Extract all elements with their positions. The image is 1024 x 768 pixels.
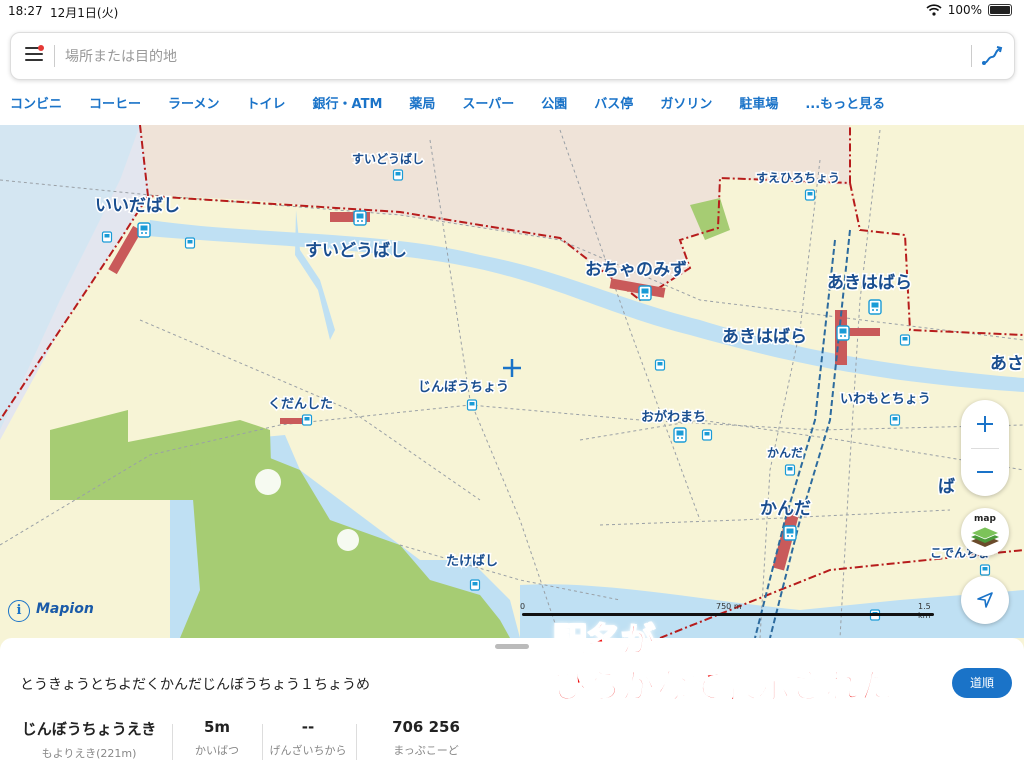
category-more[interactable]: ...もっと見る bbox=[805, 93, 885, 112]
directions-button[interactable]: 道順 bbox=[952, 668, 1012, 698]
plus-icon bbox=[977, 416, 993, 432]
divider bbox=[54, 45, 55, 67]
scale-bar bbox=[522, 613, 934, 616]
address-text: とうきょうとちよだくかんだじんぼうちょう１ちょうめ bbox=[20, 677, 370, 693]
map-canvas: いいだばし すいどうばし すいどうばし おちゃのみず すえひろちょう あきはばら… bbox=[0, 125, 1024, 638]
station-label: あさ bbox=[990, 354, 1024, 374]
station-label: いいだばし bbox=[95, 196, 180, 216]
current-location-button[interactable] bbox=[961, 576, 1009, 624]
brand-logo: Mapion bbox=[36, 601, 94, 617]
top-panel: コンビニ コーヒー ラーメン トイレ 銀行・ATM 薬局 スーパー 公園 バス停… bbox=[0, 22, 1024, 125]
station-label: くだんした bbox=[268, 397, 333, 412]
annotation-line-1: 駅名が bbox=[552, 620, 656, 662]
route-icon[interactable] bbox=[980, 44, 1004, 68]
distance-label: げんざいちから bbox=[269, 744, 347, 757]
nearest-station-label: もよりえき(221m) bbox=[41, 747, 137, 760]
divider bbox=[971, 45, 972, 67]
divider bbox=[971, 448, 999, 449]
annotation-line-2: ひらがなで表示された bbox=[552, 666, 894, 708]
battery-percent: 100% bbox=[947, 3, 982, 17]
map-scale: 0 750 m 1.5 km bbox=[518, 601, 938, 620]
notification-dot bbox=[38, 45, 44, 51]
category-ramen[interactable]: ラーメン bbox=[168, 93, 219, 112]
category-coffee[interactable]: コーヒー bbox=[89, 93, 141, 112]
minus-icon bbox=[977, 471, 993, 473]
station-label: おがわまち bbox=[641, 409, 706, 425]
station-label: かんだ bbox=[767, 446, 803, 460]
zoom-out-button[interactable] bbox=[961, 448, 1009, 496]
divider bbox=[262, 724, 263, 760]
search-bar bbox=[10, 32, 1015, 80]
category-parking[interactable]: 駐車場 bbox=[739, 93, 778, 112]
category-convenience-store[interactable]: コンビニ bbox=[10, 93, 62, 112]
mapcode-value: 706 256 bbox=[392, 718, 460, 736]
station-label: おちゃのみず bbox=[585, 260, 687, 280]
station-label: たけばし bbox=[446, 554, 498, 569]
map-layer-label: map bbox=[974, 514, 996, 524]
search-input[interactable] bbox=[63, 41, 947, 73]
battery-icon bbox=[988, 4, 1012, 16]
status-bar: 18:27 12月1日(火) 100% bbox=[0, 0, 1024, 22]
drag-handle[interactable] bbox=[495, 644, 529, 649]
category-gas-station[interactable]: ガソリン bbox=[660, 93, 712, 112]
category-pharmacy[interactable]: 薬局 bbox=[409, 93, 435, 112]
station-label: すいどうばし bbox=[352, 151, 424, 166]
station-label: あきはばら bbox=[722, 327, 807, 347]
station-label: ば bbox=[938, 477, 955, 497]
category-bar: コンビニ コーヒー ラーメン トイレ 銀行・ATM 薬局 スーパー 公園 バス停… bbox=[10, 93, 912, 112]
scale-zero: 0 bbox=[520, 602, 526, 611]
wifi-icon bbox=[926, 4, 942, 16]
info-icon[interactable]: i bbox=[8, 600, 30, 622]
location-arrow-icon bbox=[977, 592, 993, 608]
elevation-value: 5m bbox=[203, 718, 231, 736]
mapcode-label: まっぷこーど bbox=[393, 744, 459, 757]
distance-value: -- bbox=[301, 718, 315, 736]
category-supermarket[interactable]: スーパー bbox=[462, 93, 514, 112]
map-view[interactable]: いいだばし すいどうばし すいどうばし おちゃのみず すえひろちょう あきはばら… bbox=[0, 125, 1024, 638]
layers-icon bbox=[970, 526, 1000, 547]
station-label: あきはばら bbox=[827, 273, 912, 293]
station-label: じんぼうちょう bbox=[418, 380, 509, 395]
category-park[interactable]: 公園 bbox=[541, 93, 567, 112]
annotation-caption: 駅名が ひらがなで表示された bbox=[552, 618, 894, 710]
location-stats: じんぼうちょうえき もよりえき(221m) 5m かいばつ -- げんざいちから… bbox=[0, 718, 480, 762]
elevation-label: かいばつ bbox=[195, 744, 239, 757]
nearest-station-stat: じんぼうちょうえき もよりえき(221m) bbox=[14, 718, 164, 761]
mapcode-stat: 706 256 まっぷこーど bbox=[366, 718, 486, 758]
zoom-in-button[interactable] bbox=[961, 400, 1009, 448]
station-label: いわもとちょう bbox=[840, 392, 931, 407]
scale-end: 1.5 km bbox=[918, 602, 931, 620]
category-bus-stop[interactable]: バス停 bbox=[594, 93, 633, 112]
distance-stat: -- げんざいちから bbox=[266, 718, 350, 758]
status-date: 12月1日(火) bbox=[50, 6, 119, 20]
divider bbox=[356, 724, 357, 760]
status-time: 18:27 bbox=[8, 4, 43, 18]
elevation-stat: 5m かいばつ bbox=[180, 718, 254, 758]
station-label: かんだ bbox=[760, 499, 811, 519]
nearest-station-value: じんぼうちょうえき bbox=[21, 720, 157, 738]
station-label: すいどうばし bbox=[305, 241, 407, 261]
divider bbox=[172, 724, 173, 760]
zoom-controls bbox=[961, 400, 1009, 496]
station-label: すえひろちょう bbox=[756, 171, 840, 185]
scale-mid: 750 m bbox=[716, 602, 742, 611]
category-toilet[interactable]: トイレ bbox=[247, 93, 286, 112]
map-layer-button[interactable]: map bbox=[961, 508, 1009, 556]
category-bank-atm[interactable]: 銀行・ATM bbox=[313, 93, 383, 112]
